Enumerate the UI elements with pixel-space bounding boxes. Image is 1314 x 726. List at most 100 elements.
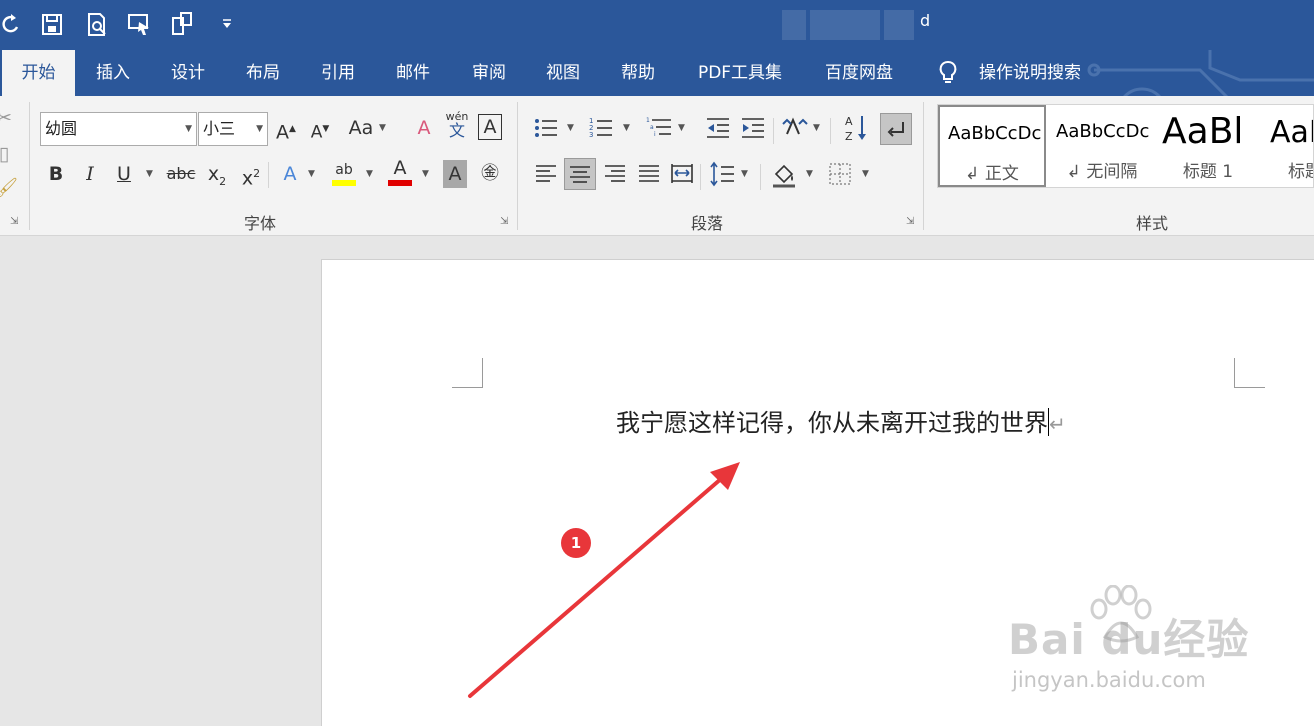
justify-icon[interactable] (636, 160, 662, 188)
character-border-icon[interactable]: A (478, 114, 502, 140)
borders-icon[interactable] (827, 160, 853, 188)
chevron-down-icon[interactable]: ▼ (813, 114, 820, 142)
tab-pdf-tools[interactable]: PDF工具集 (688, 50, 792, 96)
clipboard-launcher-icon[interactable]: ⇲ (10, 216, 22, 228)
title-bar: d (0, 0, 1314, 50)
bullets-icon[interactable] (533, 114, 559, 142)
tab-mailings[interactable]: 邮件 (386, 50, 440, 96)
svg-text:i: i (654, 131, 656, 138)
chevron-down-icon[interactable]: ▼ (379, 114, 386, 142)
group-separator (29, 102, 30, 230)
touch-mode-icon[interactable] (170, 8, 194, 42)
increase-indent-icon[interactable] (740, 114, 766, 142)
group-separator (700, 164, 701, 190)
group-separator (773, 118, 774, 144)
lightbulb-icon[interactable] (937, 59, 959, 91)
font-size-value: 小三 (203, 119, 236, 138)
present-icon[interactable] (127, 8, 153, 42)
style-name: ↲ 正文 (965, 164, 1019, 184)
style-title[interactable]: AaI 标题 (1262, 105, 1313, 187)
tab-baidu-netdisk[interactable]: 百度网盘 (815, 50, 903, 96)
chevron-down-icon[interactable]: ▼ (678, 114, 685, 142)
styles-gallery: AaBbCcDc ↲ 正文 AaBbCcDc ↲ 无间隔 AaBl 标题 1 A… (937, 104, 1314, 188)
chevron-down-icon: ▼ (185, 124, 192, 134)
change-case-label: Aa (348, 117, 374, 139)
style-normal[interactable]: AaBbCcDc ↲ 正文 (938, 105, 1046, 187)
style-name: ↲ 无间隔 (1066, 162, 1138, 182)
svg-text:1: 1 (646, 117, 650, 124)
tab-references[interactable]: 引用 (311, 50, 365, 96)
change-case-button[interactable]: Aa (346, 114, 376, 142)
document-paragraph[interactable]: 我宁愿这样记得，你从未离开过我的世界↵ (616, 403, 1066, 438)
character-shading-icon[interactable]: A (443, 160, 467, 188)
chevron-down-icon[interactable]: ▼ (567, 114, 574, 142)
tab-layout[interactable]: 布局 (236, 50, 290, 96)
tab-view[interactable]: 视图 (536, 50, 590, 96)
underline-icon[interactable]: U (112, 160, 136, 188)
chevron-down-icon[interactable]: ▼ (806, 160, 813, 188)
customize-qat-icon[interactable] (220, 8, 234, 42)
text-effects-icon[interactable]: A (278, 160, 302, 188)
align-center-icon[interactable] (564, 158, 596, 190)
show-marks-icon[interactable] (880, 113, 912, 145)
chevron-down-icon[interactable]: ▼ (308, 160, 315, 188)
tell-me-search[interactable]: 操作说明搜索 (970, 50, 1090, 96)
highlight-icon[interactable]: ab (330, 156, 358, 186)
phonetic-guide-icon[interactable]: wén 文 (444, 110, 470, 142)
superscript-icon[interactable]: x2 (238, 160, 264, 189)
save-icon[interactable] (40, 8, 64, 42)
tab-insert[interactable]: 插入 (86, 50, 140, 96)
enclose-characters-icon[interactable]: ㊎ (478, 160, 502, 188)
chevron-down-icon[interactable]: ▼ (862, 160, 869, 188)
redo-icon[interactable] (0, 8, 22, 42)
group-separator (830, 118, 831, 144)
font-color-icon[interactable]: A (386, 154, 414, 186)
margin-corner-marker (452, 358, 483, 388)
chevron-down-icon: ▼ (256, 124, 263, 134)
style-name-text: 无间隔 (1086, 162, 1138, 182)
copy-icon[interactable]: ▯ (0, 140, 14, 168)
cut-icon[interactable]: ✂ (0, 104, 14, 132)
font-size-combo[interactable]: 小三 ▼ (198, 112, 268, 146)
line-spacing-icon[interactable] (708, 160, 736, 188)
numbering-icon[interactable]: 123 (588, 114, 614, 142)
blurred-title (782, 10, 806, 40)
font-launcher-icon[interactable]: ⇲ (500, 216, 512, 228)
style-no-spacing[interactable]: AaBbCcDc ↲ 无间隔 (1048, 105, 1156, 187)
font-name-combo[interactable]: 幼圆 ▼ (40, 112, 197, 146)
grow-font-icon[interactable]: A▲ (274, 115, 298, 143)
chevron-down-icon[interactable]: ▼ (741, 160, 748, 188)
paragraph-launcher-icon[interactable]: ⇲ (906, 216, 918, 228)
chevron-down-icon[interactable]: ▼ (366, 160, 373, 188)
style-sample: AaBl (1162, 111, 1244, 152)
shrink-font-icon[interactable]: A▼ (308, 115, 332, 143)
tab-review[interactable]: 审阅 (462, 50, 516, 96)
shading-icon[interactable] (770, 160, 798, 188)
chevron-down-icon[interactable]: ▼ (422, 160, 429, 188)
subscript-icon[interactable]: x2 (204, 160, 230, 188)
decrease-indent-icon[interactable] (705, 114, 731, 142)
paragraph-group-label: 段落 (691, 214, 724, 233)
align-left-icon[interactable] (533, 160, 559, 188)
align-right-icon[interactable] (602, 160, 628, 188)
bold-icon[interactable]: B (44, 160, 68, 188)
tab-design[interactable]: 设计 (161, 50, 215, 96)
strikethrough-icon[interactable]: abc (166, 160, 196, 188)
style-heading-1[interactable]: AaBl 标题 1 (1158, 105, 1258, 187)
ribbon-home: ✂ ▯ 🖌 ⇲ 幼圆 ▼ 小三 ▼ A▲ A▼ Aa ▼ A wén 文 A B … (0, 96, 1314, 236)
chinese-layout-icon[interactable] (781, 114, 809, 142)
multilevel-list-icon[interactable]: 1ai (645, 114, 673, 142)
font-group-label: 字体 (244, 214, 277, 233)
tab-home[interactable]: 开始 (2, 50, 75, 96)
chevron-down-icon[interactable]: ▼ (623, 114, 630, 142)
group-separator (923, 102, 924, 230)
chevron-down-icon[interactable]: ▼ (146, 160, 153, 188)
style-name-text: 正文 (984, 164, 1019, 184)
clear-formatting-icon[interactable]: A (412, 114, 436, 142)
print-preview-icon[interactable] (85, 8, 109, 42)
tab-help[interactable]: 帮助 (611, 50, 665, 96)
format-painter-icon[interactable]: 🖌 (0, 174, 18, 202)
italic-icon[interactable]: I (78, 160, 102, 188)
sort-icon[interactable]: AZ (843, 112, 869, 143)
distributed-icon[interactable] (669, 160, 695, 188)
